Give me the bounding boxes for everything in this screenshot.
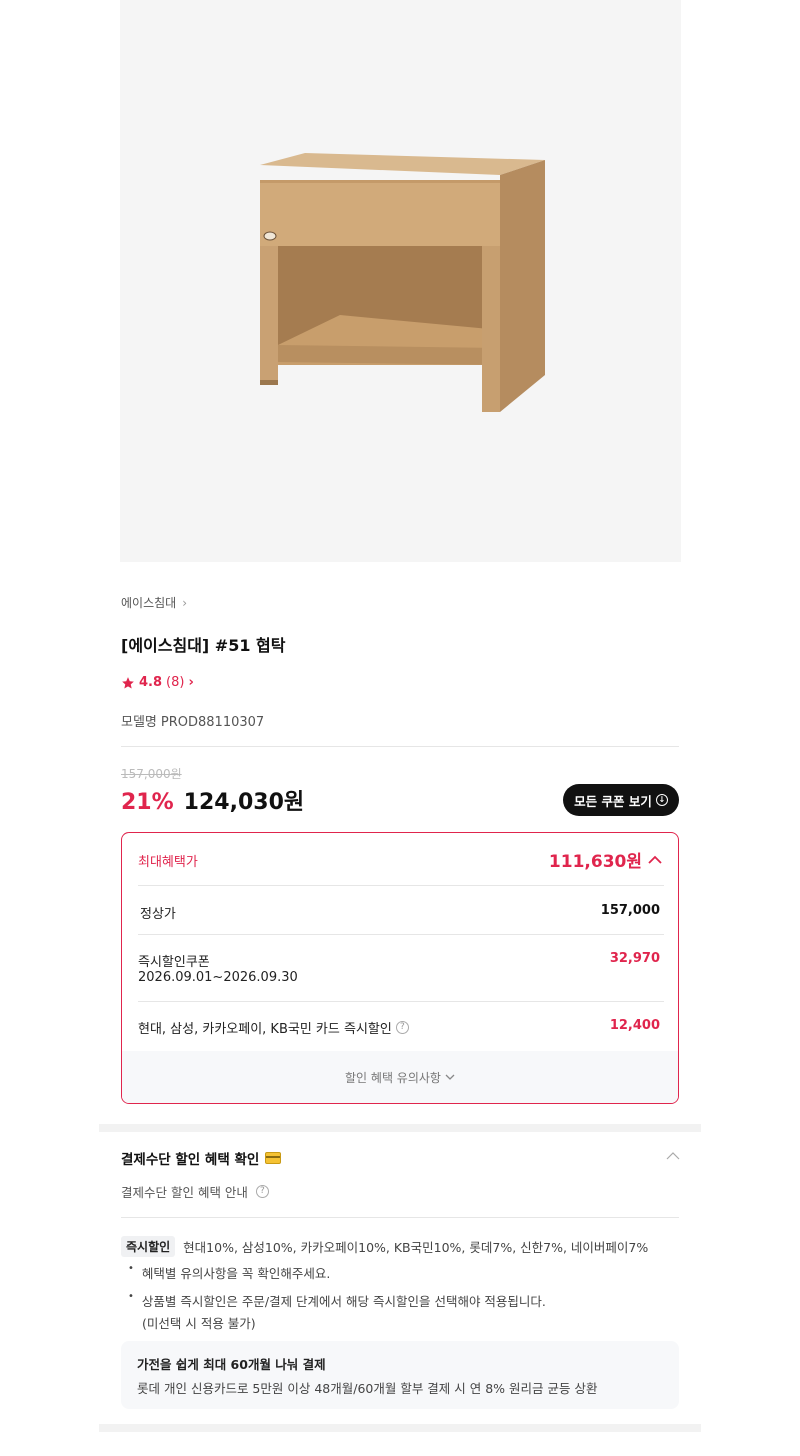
regular-price-value: 157,000 <box>600 903 660 918</box>
product-title: [에이스침대] #51 협탁 <box>121 636 286 655</box>
brand-name: 에이스침대 <box>121 596 177 610</box>
payment-benefit-title: 결제수단 할인 혜택 확인 <box>121 1148 282 1168</box>
star-icon <box>122 676 134 689</box>
model-info: 모델명 PROD88110307 <box>121 711 268 730</box>
instant-discount-tag: 즉시할인 <box>121 1236 176 1257</box>
note-text: 상품별 즉시할인은 주문/결제 단계에서 해당 즉시할인을 선택해야 적용됩니다… <box>141 1294 546 1309</box>
card-discount-label: 현대, 삼성, 카카오페이, KB국민 카드 즉시할인 <box>138 1022 392 1037</box>
promo-description: 롯데 개인 신용카드로 5만원 이상 48개월/60개월 할부 결제 시 연 8… <box>137 1381 598 1396</box>
product-image <box>120 0 681 562</box>
all-coupons-label: 모든 쿠폰 보기 <box>574 793 652 809</box>
rating-link[interactable]: 4.8 (8) › <box>121 675 194 690</box>
divider <box>121 746 679 747</box>
instant-coupon-value: 32,970 <box>609 951 660 966</box>
regular-price-label: 정상가 <box>140 907 176 922</box>
chevron-down-icon <box>445 1074 455 1080</box>
payment-benefit-heading: 결제수단 할인 혜택 확인 <box>121 1152 260 1168</box>
discount-notes-link[interactable]: 할인 혜택 유의사항 <box>122 1051 678 1103</box>
download-icon: ↓ <box>655 794 668 806</box>
model-label: 모델명 <box>121 715 157 730</box>
section-separator <box>99 1424 701 1432</box>
card-icon <box>265 1152 282 1164</box>
note-item: • 혜택별 유의사항을 꼭 확인해주세요. <box>128 1263 330 1282</box>
divider <box>138 885 664 886</box>
all-coupons-button[interactable]: 모든 쿠폰 보기 ↓ <box>563 784 679 816</box>
chevron-right-icon: › <box>182 595 188 610</box>
divider <box>138 1001 664 1002</box>
model-value: PROD88110307 <box>160 715 265 730</box>
chevron-right-icon: › <box>188 675 194 690</box>
price-row: 21% 124,030원 <box>121 784 304 816</box>
instant-discount-cards: 현대10%, 삼성10%, 카카오페이10%, KB국민10%, 롯데7%, 신… <box>183 1240 649 1255</box>
nightstand-illustration <box>260 153 545 412</box>
brand-link[interactable]: 에이스침대 › <box>121 594 187 611</box>
section-separator <box>99 1124 701 1132</box>
payment-benefit-guide: 결제수단 할인 혜택 안내 ? <box>121 1182 269 1201</box>
help-icon[interactable]: ? <box>395 1021 409 1034</box>
max-benefit-toggle[interactable]: 111,630원 <box>549 847 662 872</box>
review-count: (8) <box>166 675 185 690</box>
max-benefit-label: 최대혜택가 <box>138 855 198 870</box>
bullet: • <box>128 1263 134 1274</box>
help-icon[interactable]: ? <box>255 1185 269 1198</box>
card-discount-value: 12,400 <box>609 1018 660 1033</box>
note-item: • 상품별 즉시할인은 주문/결제 단계에서 해당 즉시할인을 선택해야 적용됩… <box>128 1291 546 1310</box>
chevron-up-icon <box>666 1152 680 1160</box>
discount-rate: 21% <box>121 790 174 815</box>
payment-section-toggle[interactable] <box>666 1150 680 1164</box>
note-continuation: (미선택 시 적용 불가) <box>142 1316 256 1331</box>
rating-value: 4.8 <box>139 675 163 690</box>
divider <box>138 934 664 935</box>
instant-coupon-label: 즉시할인쿠폰 <box>138 955 210 970</box>
chevron-up-icon <box>648 855 662 864</box>
instant-coupon-period: 2026.09.01~2026.09.30 <box>138 970 298 985</box>
promo-title: 가전을 쉽게 최대 60개월 나눠 결제 <box>137 1357 326 1372</box>
installment-promo: 가전을 쉽게 최대 60개월 나눠 결제 롯데 개인 신용카드로 5만원 이상 … <box>121 1341 679 1409</box>
discount-notes-label: 할인 혜택 유의사항 <box>345 1070 441 1085</box>
bullet: • <box>128 1291 134 1302</box>
max-benefit-panel: 최대혜택가 111,630원 정상가 157,000 즉시할인쿠폰 2026.0… <box>121 832 679 1104</box>
instant-discount-row: 즉시할인 현대10%, 삼성10%, 카카오페이10%, KB국민10%, 롯데… <box>121 1236 648 1257</box>
divider <box>121 1217 679 1218</box>
sale-price: 124,030원 <box>183 790 305 815</box>
original-price: 157,000원 <box>121 767 182 781</box>
note-text: 혜택별 유의사항을 꼭 확인해주세요. <box>141 1266 331 1281</box>
max-benefit-price: 111,630원 <box>548 852 642 872</box>
card-discount-row: 현대, 삼성, 카카오페이, KB국민 카드 즉시할인 ? <box>138 1018 409 1037</box>
payment-benefit-subtitle: 결제수단 할인 혜택 안내 <box>121 1185 248 1200</box>
